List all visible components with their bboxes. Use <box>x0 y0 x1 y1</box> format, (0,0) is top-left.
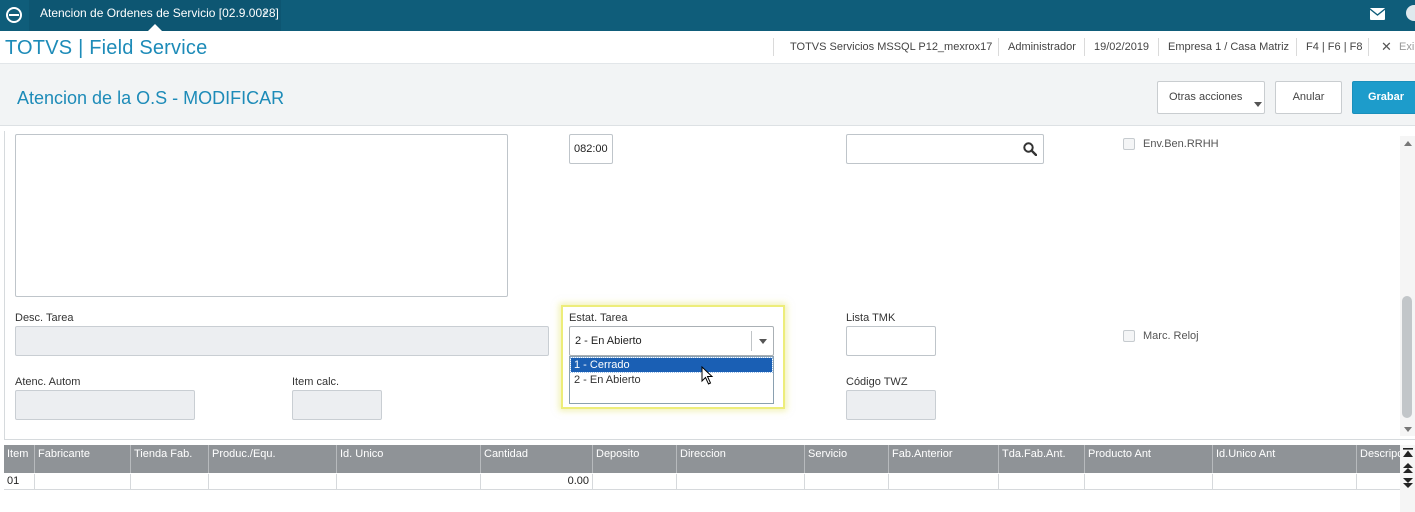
tab-close-icon[interactable]: × <box>262 0 268 27</box>
page-title: Atencion de la O.S - MODIFICAR <box>17 88 285 108</box>
table-cell[interactable] <box>209 474 337 490</box>
codigo-twz-label: Código TWZ <box>846 376 908 388</box>
estat-tarea-label: Estat. Tarea <box>569 312 628 324</box>
chevron-down-icon <box>1254 102 1262 107</box>
user-info[interactable]: Administrador <box>1008 41 1076 53</box>
scroll-down-icon[interactable] <box>1404 427 1412 432</box>
table-row[interactable]: 01 0.00 <box>4 474 1400 490</box>
close-icon[interactable]: ✕ <box>1381 39 1392 55</box>
scroll-top-icon[interactable] <box>1403 448 1413 458</box>
column-header[interactable]: Fab.Anterior <box>889 445 999 473</box>
column-header[interactable]: Fabricante <box>35 445 131 473</box>
tab-title: Atencion de Ordenes de Servicio [02.9.00… <box>40 6 279 20</box>
table-cell[interactable] <box>1213 474 1357 490</box>
atenc-autom-field <box>15 390 195 420</box>
item-calc-label: Item calc. <box>292 376 340 388</box>
table-cell[interactable]: 01 <box>4 474 35 490</box>
estat-tarea-select[interactable]: 2 - En Abierto <box>569 326 774 356</box>
header-divider <box>773 38 774 56</box>
column-header[interactable]: Tienda Fab. <box>131 445 209 473</box>
shortcuts-info[interactable]: F4 | F6 | F8 <box>1306 41 1362 53</box>
header-divider <box>1084 38 1085 56</box>
column-header[interactable]: Cantidad <box>481 445 593 473</box>
other-actions-label: Otras acciones <box>1169 91 1243 103</box>
table-cell[interactable] <box>1085 474 1213 490</box>
column-header[interactable]: Produc./Equ. <box>209 445 337 473</box>
observations-textarea[interactable] <box>15 134 508 297</box>
desc-tarea-label: Desc. Tarea <box>15 312 74 324</box>
estat-tarea-options: 1 - Cerrado 2 - En Abierto <box>569 356 774 404</box>
scroll-up-icon[interactable] <box>1404 141 1412 146</box>
form-scrollbar[interactable] <box>1400 136 1415 436</box>
table-cell[interactable] <box>337 474 481 490</box>
item-calc-field <box>292 390 382 420</box>
brand-title: TOTVS | Field Service <box>5 37 208 59</box>
lista-tmk-label: Lista TMK <box>846 312 896 324</box>
column-header[interactable]: Producto Ant <box>1085 445 1213 473</box>
option-en-abierto[interactable]: 2 - En Abierto <box>571 373 772 387</box>
header-divider <box>1368 38 1369 56</box>
grid-scrollbar[interactable] <box>1400 445 1415 512</box>
column-header[interactable]: Deposito <box>593 445 677 473</box>
env-ben-rrhh-checkbox[interactable] <box>1123 138 1135 150</box>
table-cell[interactable] <box>1357 474 1400 490</box>
header-divider <box>1296 38 1297 56</box>
scroll-up-icon[interactable] <box>1403 463 1413 473</box>
company-info[interactable]: Empresa 1 / Casa Matriz <box>1168 41 1289 53</box>
table-cell[interactable] <box>131 474 209 490</box>
header-bar: TOTVS | Field Service TOTVS Servicios MS… <box>0 31 1415 64</box>
header-divider <box>1158 38 1159 56</box>
column-header[interactable]: Id.Unico Ant <box>1213 445 1357 473</box>
cancel-button[interactable]: Anular <box>1275 81 1342 114</box>
app-window: Atencion de Ordenes de Servicio [02.9.00… <box>0 0 1415 512</box>
estat-tarea-value: 2 - En Abierto <box>575 335 642 347</box>
column-header[interactable]: Direccion <box>677 445 805 473</box>
search-icon[interactable] <box>1023 142 1037 156</box>
table-cell[interactable] <box>677 474 805 490</box>
search-lookup-input[interactable] <box>846 134 1044 164</box>
table-cell[interactable] <box>805 474 889 490</box>
scroll-down-icon[interactable] <box>1403 478 1413 488</box>
option-cerrado[interactable]: 1 - Cerrado <box>570 357 773 373</box>
hours-input[interactable]: 082:00 <box>569 134 613 164</box>
marc-reloj-checkbox[interactable] <box>1123 330 1135 342</box>
table-cell[interactable]: 0.00 <box>481 474 593 490</box>
exit-link[interactable]: Exi <box>1399 41 1414 53</box>
marc-reloj-label: Marc. Reloj <box>1143 330 1199 342</box>
tab-notch <box>148 24 162 31</box>
table-cell[interactable] <box>889 474 999 490</box>
codigo-twz-field <box>846 390 936 420</box>
desc-tarea-field <box>15 326 549 356</box>
column-header[interactable]: Servicio <box>805 445 889 473</box>
other-actions-button[interactable]: Otras acciones <box>1157 81 1265 114</box>
grid-header: Item Fabricante Tienda Fab. Produc./Equ.… <box>4 445 1400 473</box>
mouse-cursor-icon <box>701 366 714 385</box>
atenc-autom-label: Atenc. Autom <box>15 376 81 388</box>
settings-icon[interactable] <box>1406 5 1415 21</box>
save-button[interactable]: Grabar <box>1352 81 1415 114</box>
totvs-logo-icon[interactable] <box>5 6 23 24</box>
column-header[interactable]: Item <box>4 445 35 473</box>
scroll-thumb[interactable] <box>1402 296 1412 418</box>
header-divider <box>998 38 999 56</box>
mail-icon[interactable] <box>1370 8 1385 20</box>
table-cell[interactable] <box>593 474 677 490</box>
table-cell[interactable] <box>999 474 1085 490</box>
table-cell[interactable] <box>35 474 131 490</box>
column-header[interactable]: Descripc <box>1357 445 1400 473</box>
column-header[interactable]: Id. Unico <box>337 445 481 473</box>
items-grid: Item Fabricante Tienda Fab. Produc./Equ.… <box>0 445 1415 512</box>
select-divider <box>751 331 752 351</box>
date-info[interactable]: 19/02/2019 <box>1094 41 1149 53</box>
lista-tmk-input[interactable] <box>846 326 936 356</box>
environment-info[interactable]: TOTVS Servicios MSSQL P12_mexrox17 <box>790 41 992 53</box>
chevron-down-icon[interactable] <box>759 339 767 344</box>
env-ben-rrhh-label: Env.Ben.RRHH <box>1143 138 1219 150</box>
column-header[interactable]: Tda.Fab.Ant. <box>999 445 1085 473</box>
title-bar: Atencion de la O.S - MODIFICAR Otras acc… <box>0 64 1415 126</box>
top-tab-bar: Atencion de Ordenes de Servicio [02.9.00… <box>0 0 1415 31</box>
